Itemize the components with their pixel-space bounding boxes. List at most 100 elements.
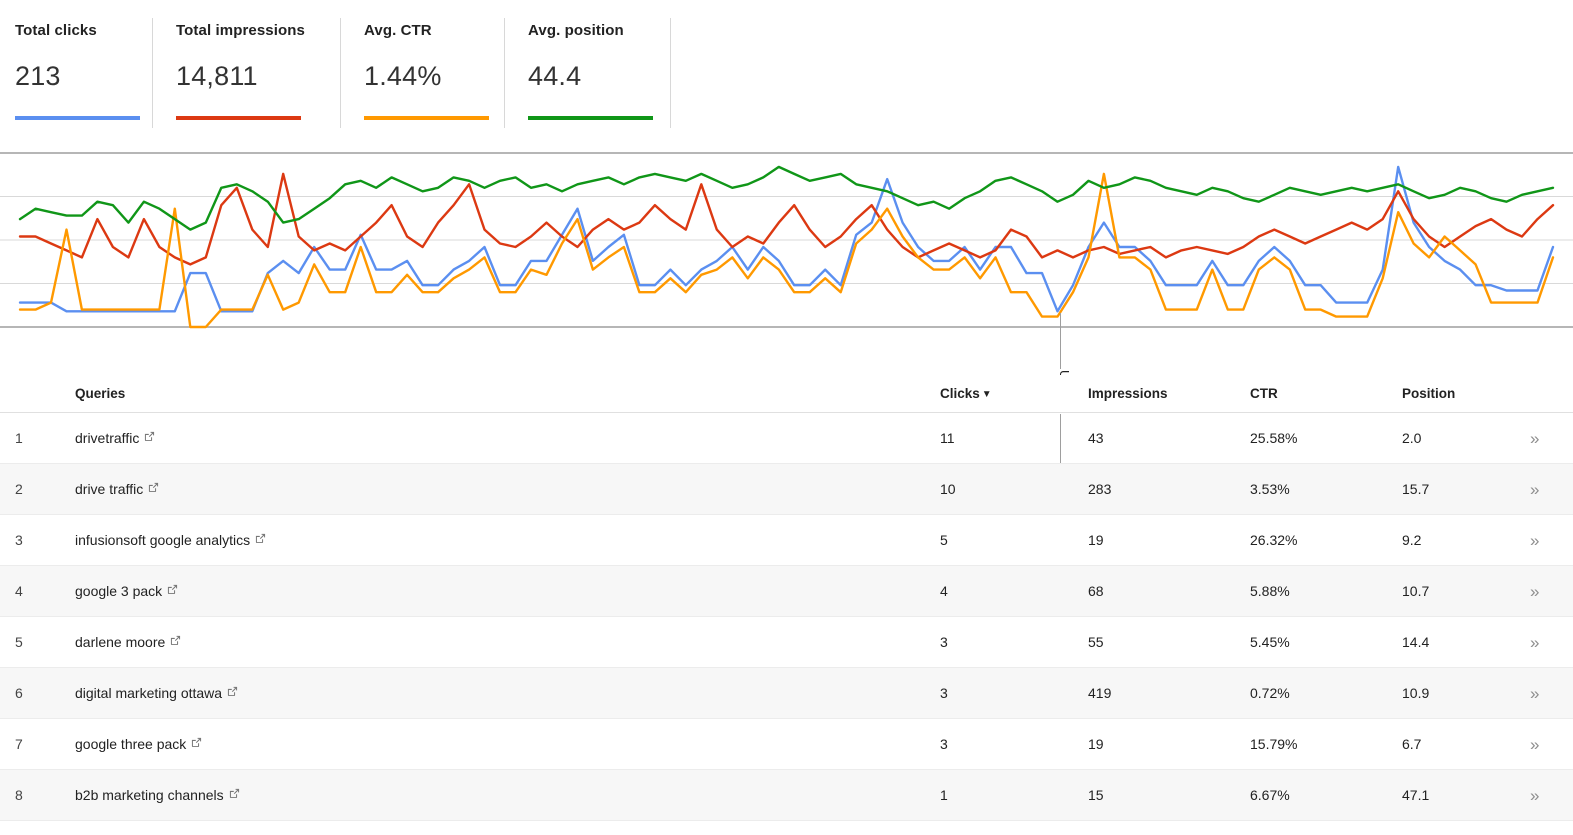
row-clicks: 3 <box>940 634 948 650</box>
row-impressions: 419 <box>1088 685 1112 701</box>
row-query-text: darlene moore <box>75 634 166 650</box>
row-rank: 6 <box>15 685 23 701</box>
row-rank: 4 <box>15 583 23 599</box>
metric-divider-2 <box>504 18 505 128</box>
double-chevron-right-icon: » <box>1530 785 1540 805</box>
series-line-clicks <box>18 165 1555 313</box>
row-rank: 2 <box>15 481 23 497</box>
table-row[interactable]: 5 darlene moore 3 55 5.45% 14.4 » <box>0 617 1573 668</box>
row-clicks: 11 <box>940 430 955 446</box>
external-link-icon[interactable] <box>191 737 202 748</box>
metric-card-0[interactable]: Total clicks 213 <box>15 22 140 132</box>
metric-value: 1.44% <box>364 61 442 91</box>
row-query-cell[interactable]: darlene moore <box>75 634 940 650</box>
row-rank: 7 <box>15 736 23 752</box>
row-position: 14.4 <box>1402 634 1430 650</box>
series-line-impressions <box>18 172 1555 266</box>
external-link-icon[interactable] <box>255 533 266 544</box>
double-chevron-right-icon: » <box>1530 683 1540 703</box>
table-row[interactable]: 8 b2b marketing channels 1 15 6.67% 47.1 » <box>0 770 1573 821</box>
row-ctr: 0.72% <box>1250 685 1290 701</box>
row-ctr: 25.58% <box>1250 430 1298 446</box>
metric-card-3[interactable]: Avg. position 44.4 <box>528 22 653 132</box>
metric-label: Total impressions <box>176 22 305 39</box>
row-query-text: drive traffic <box>75 481 144 497</box>
row-query-text: google 3 pack <box>75 583 163 599</box>
table-row[interactable]: 4 google 3 pack 4 68 5.88% 10.7 » <box>0 566 1573 617</box>
row-ctr: 26.32% <box>1250 532 1298 548</box>
table-row[interactable]: 1 drivetraffic 11 43 25.58% 2.0 » <box>0 413 1573 464</box>
header-clicks-label: Clicks <box>940 386 980 401</box>
row-impressions: 68 <box>1088 583 1104 599</box>
row-query-cell[interactable]: google three pack <box>75 736 940 752</box>
row-expand-button[interactable]: » <box>1512 481 1573 498</box>
row-query-cell[interactable]: google 3 pack <box>75 583 940 599</box>
header-clicks[interactable]: Clicks ▼ <box>940 386 1088 401</box>
chart-series <box>18 165 1555 329</box>
table-row[interactable]: 3 infusionsoft google analytics 5 19 26.32% 9… <box>0 515 1573 566</box>
row-impressions: 43 <box>1088 430 1104 446</box>
metrics-summary-bar: Total clicks 213 Total impressions 14,811 Av… <box>0 0 1573 145</box>
metric-color-underline <box>528 116 653 120</box>
metric-label: Avg. position <box>528 22 624 39</box>
external-link-icon[interactable] <box>148 482 159 493</box>
row-position: 15.7 <box>1402 481 1430 497</box>
metric-divider-1 <box>340 18 341 128</box>
row-query-cell[interactable]: b2b marketing channels <box>75 787 940 803</box>
row-clicks: 3 <box>940 685 948 701</box>
row-impressions: 15 <box>1088 787 1104 803</box>
row-rank: 5 <box>15 634 23 650</box>
double-chevron-right-icon: » <box>1530 734 1540 754</box>
external-link-icon[interactable] <box>170 635 181 646</box>
row-expand-button[interactable]: » <box>1512 430 1573 447</box>
external-link-icon[interactable] <box>227 686 238 697</box>
table-row[interactable]: 6 digital marketing ottawa 3 419 0.72% 10.9 » <box>0 668 1573 719</box>
performance-chart[interactable]: Update 1...10/18/1510/22/1510/26/1510/30… <box>0 145 1573 506</box>
table-row[interactable]: 2 drive traffic 10 283 3.53% 15.7 » <box>0 464 1573 515</box>
row-query-cell[interactable]: drivetraffic <box>75 430 940 446</box>
external-link-icon[interactable] <box>229 788 240 799</box>
row-query-text: drivetraffic <box>75 430 140 446</box>
row-query-text: infusionsoft google analytics <box>75 532 251 548</box>
row-position: 10.7 <box>1402 583 1430 599</box>
metric-card-1[interactable]: Total impressions 14,811 <box>176 22 305 132</box>
row-position: 9.2 <box>1402 532 1422 548</box>
table-row[interactable]: 7 google three pack 3 19 15.79% 6.7 » <box>0 719 1573 770</box>
sort-descending-icon: ▼ <box>981 389 992 400</box>
metric-label: Avg. CTR <box>364 22 432 39</box>
double-chevron-right-icon: » <box>1530 632 1540 652</box>
row-ctr: 15.79% <box>1250 736 1298 752</box>
row-clicks: 5 <box>940 532 948 548</box>
row-position: 10.9 <box>1402 685 1430 701</box>
row-expand-button[interactable]: » <box>1512 583 1573 600</box>
row-expand-button[interactable]: » <box>1512 736 1573 753</box>
row-expand-button[interactable]: » <box>1512 532 1573 549</box>
metric-card-2[interactable]: Avg. CTR 1.44% <box>364 22 489 132</box>
header-ctr[interactable]: CTR <box>1250 386 1402 401</box>
external-link-icon[interactable] <box>144 431 155 442</box>
row-expand-button[interactable]: » <box>1512 685 1573 702</box>
table-header-row: Queries Clicks ▼ Impressions CTR Position <box>0 375 1573 413</box>
row-expand-button[interactable]: » <box>1512 787 1573 804</box>
row-clicks: 1 <box>940 787 948 803</box>
row-impressions: 283 <box>1088 481 1112 497</box>
row-clicks: 10 <box>940 481 956 497</box>
header-impressions[interactable]: Impressions <box>1088 386 1250 401</box>
external-link-icon[interactable] <box>167 584 178 595</box>
row-rank: 1 <box>15 430 23 446</box>
row-position: 2.0 <box>1402 430 1422 446</box>
row-impressions: 19 <box>1088 532 1104 548</box>
row-query-cell[interactable]: drive traffic <box>75 481 940 497</box>
row-clicks: 3 <box>940 736 948 752</box>
row-clicks: 4 <box>940 583 948 599</box>
header-queries[interactable]: Queries <box>75 386 940 401</box>
row-expand-button[interactable]: » <box>1512 634 1573 651</box>
header-position[interactable]: Position <box>1402 386 1512 401</box>
row-query-cell[interactable]: infusionsoft google analytics <box>75 532 940 548</box>
double-chevron-right-icon: » <box>1530 581 1540 601</box>
metric-value: 14,811 <box>176 61 258 91</box>
row-impressions: 55 <box>1088 634 1104 650</box>
row-query-cell[interactable]: digital marketing ottawa <box>75 685 940 701</box>
row-query-text: b2b marketing channels <box>75 787 224 803</box>
double-chevron-right-icon: » <box>1530 428 1540 448</box>
